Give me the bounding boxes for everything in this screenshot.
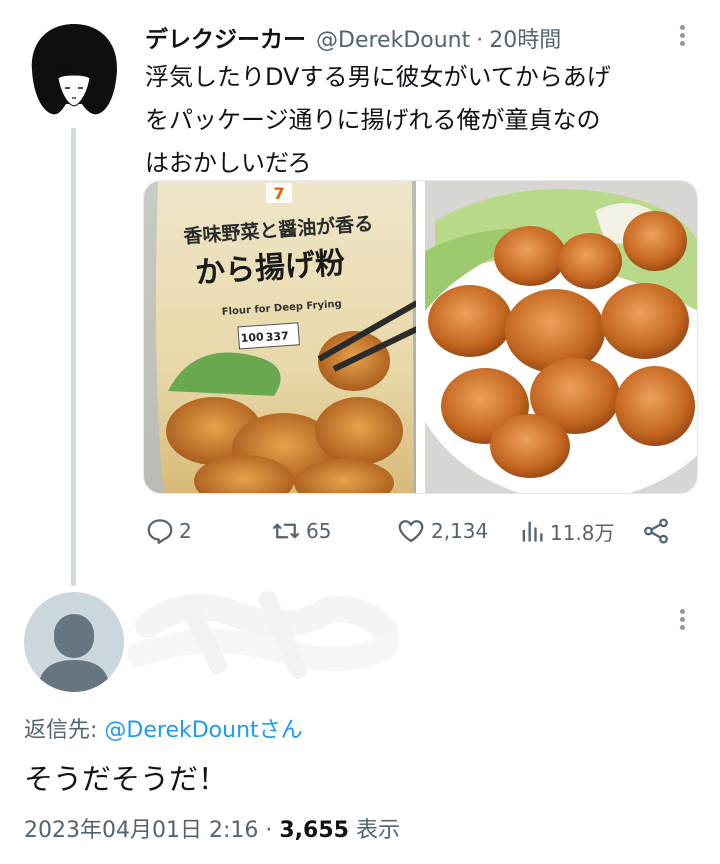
reply-text: そうだそうだ！ (24, 762, 228, 796)
reply-timestamp[interactable]: 2023年04月01日 2:16 (24, 818, 258, 843)
retweet-count: 65 (306, 519, 332, 543)
meta-separator: · (265, 818, 273, 843)
redacted-name-scribble (128, 591, 398, 679)
reply-to-handle[interactable]: @DerekDountさん (104, 718, 302, 743)
reply-icon (147, 519, 173, 544)
retweet-icon (273, 523, 299, 539)
share-icon (644, 518, 668, 544)
reply-action[interactable]: 2 (145, 510, 192, 552)
reply-view-count: 3,655 (279, 818, 349, 843)
tweet-header: デレクジーカー @DerekDount · 20時間 (145, 20, 705, 54)
reply-view-label: 表示 (355, 818, 400, 843)
like-action[interactable]: 2,134 (395, 510, 488, 552)
views-action[interactable]: 11.8万 (518, 510, 615, 552)
thread-line (71, 128, 76, 586)
tweet-text: 浮気したりDVする男に彼女がいてからあげ をパッケージ通りに揚げれる俺が童貞なの… (145, 56, 695, 185)
reply-more-options-icon[interactable] (672, 606, 692, 636)
reply-count: 2 (179, 519, 192, 543)
analytics-icon (522, 521, 543, 542)
view-count: 11.8万 (550, 520, 615, 545)
package-brand: 7 (273, 184, 284, 203)
author-handle[interactable]: @DerekDount (316, 28, 470, 53)
media-image-karaage[interactable] (425, 181, 697, 493)
tweet-actions: 2 65 2,134 11.8万 (145, 510, 685, 552)
package-nutrition-1: 100 (240, 330, 264, 345)
like-count: 2,134 (431, 519, 489, 543)
tweet-text-line: 浮気したりDVする男に彼女がいてからあげ (145, 63, 611, 91)
default-avatar-icon (38, 614, 110, 692)
more-options-icon[interactable] (672, 22, 692, 52)
share-action[interactable] (641, 510, 671, 552)
package-photo: 7 香味野菜と醤油が香る から揚げ粉 Flour for Deep Frying… (144, 181, 416, 493)
tweet-text-line: はおかしいだろ (145, 149, 312, 177)
reply-to-prefix: 返信先: (24, 718, 105, 743)
package-nutrition-2: 337 (265, 329, 289, 344)
reply-to-handle-text: @DerekDount (104, 718, 259, 743)
reply-to-line: 返信先: @DerekDountさん (24, 712, 303, 744)
tweet-text-line: をパッケージ通りに揚げれる俺が童貞なの (145, 106, 601, 134)
tweet-time[interactable]: 20時間 (489, 22, 561, 54)
header-separator: · (476, 28, 484, 53)
karaage-photo (425, 181, 697, 493)
tweet-media: 7 香味野菜と醤油が香る から揚げ粉 Flour for Deep Frying… (143, 180, 698, 494)
media-image-package[interactable]: 7 香味野菜と醤油が香る から揚げ粉 Flour for Deep Frying… (144, 181, 416, 493)
avatar-drawing (31, 24, 118, 115)
reply-to-suffix: さん (258, 718, 303, 743)
reply-author-avatar[interactable] (24, 592, 124, 692)
reply-meta: 2023年04月01日 2:16 · 3,655 表示 (24, 812, 400, 844)
author-name[interactable]: デレクジーカー (145, 20, 306, 54)
retweet-action[interactable]: 65 (270, 510, 331, 552)
author-avatar[interactable] (22, 18, 126, 122)
heart-icon (398, 520, 424, 543)
